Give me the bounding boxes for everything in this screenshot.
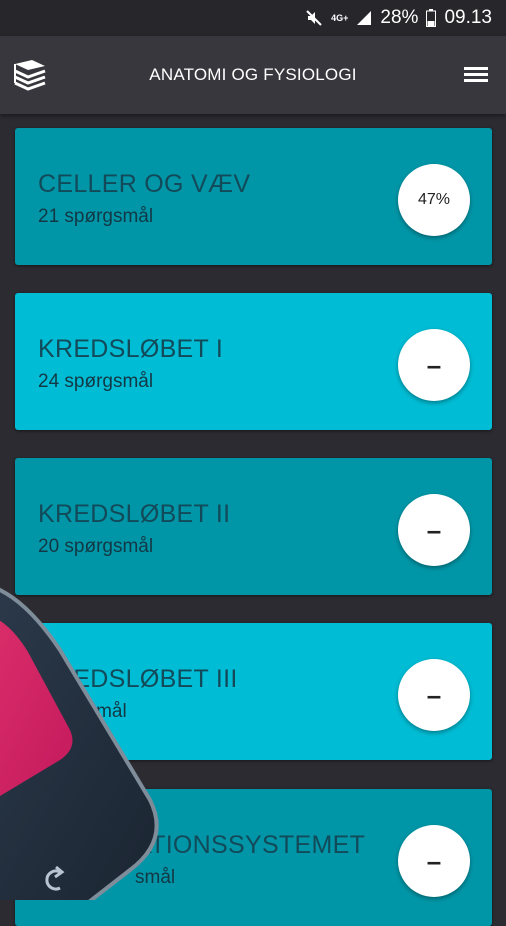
network-4g-icon: 4G+ bbox=[331, 13, 349, 23]
topic-title: KREDSLØBET II bbox=[38, 500, 231, 528]
topic-title: KREDSLØBET I bbox=[38, 335, 224, 363]
status-bar: 4G+ 28% 09.13 bbox=[0, 0, 506, 36]
menu-icon[interactable] bbox=[464, 66, 488, 84]
progress-badge: – bbox=[398, 329, 470, 401]
topic-card[interactable]: KREDSLØBET II 20 spørgsmål – bbox=[15, 458, 492, 595]
topic-title: KREDSLØBET III bbox=[38, 665, 238, 693]
battery-percent: 28% bbox=[380, 7, 419, 28]
topic-list: CELLER OG VÆV 21 spørgsmål 47% KREDSLØBE… bbox=[0, 114, 506, 926]
progress-badge: – bbox=[398, 659, 470, 731]
topic-title: ATIONSSYSTEMET bbox=[135, 831, 366, 859]
topic-question-count: 20 spørgsmål bbox=[38, 536, 154, 557]
topic-question-count: 21 spørgsmål bbox=[38, 206, 154, 227]
progress-badge: – bbox=[398, 494, 470, 566]
battery-icon bbox=[426, 9, 437, 27]
mute-icon bbox=[305, 9, 323, 27]
topic-question-count: 24 spørgsmål bbox=[38, 371, 154, 392]
topic-question-count: smål bbox=[135, 867, 176, 888]
page-title: ANATOMI OG FYSIOLOGI bbox=[149, 65, 357, 84]
status-time: 09.13 bbox=[444, 7, 492, 28]
topic-card[interactable]: KREDSLØBET I 24 spørgsmål – bbox=[15, 293, 492, 430]
progress-badge: 47% bbox=[398, 164, 470, 236]
topic-card[interactable]: KREDSLØBET III spørgsmål – bbox=[15, 623, 492, 760]
topic-title: CELLER OG VÆV bbox=[38, 170, 251, 198]
app-bar: ANATOMI OG FYSIOLOGI bbox=[0, 36, 506, 114]
topic-card[interactable]: ATIONSSYSTEMET smål – bbox=[15, 789, 492, 926]
signal-icon bbox=[356, 10, 372, 26]
topic-card[interactable]: CELLER OG VÆV 21 spørgsmål 47% bbox=[15, 128, 492, 265]
topic-question-count: spørgsmål bbox=[38, 701, 127, 722]
progress-badge: – bbox=[398, 825, 470, 897]
